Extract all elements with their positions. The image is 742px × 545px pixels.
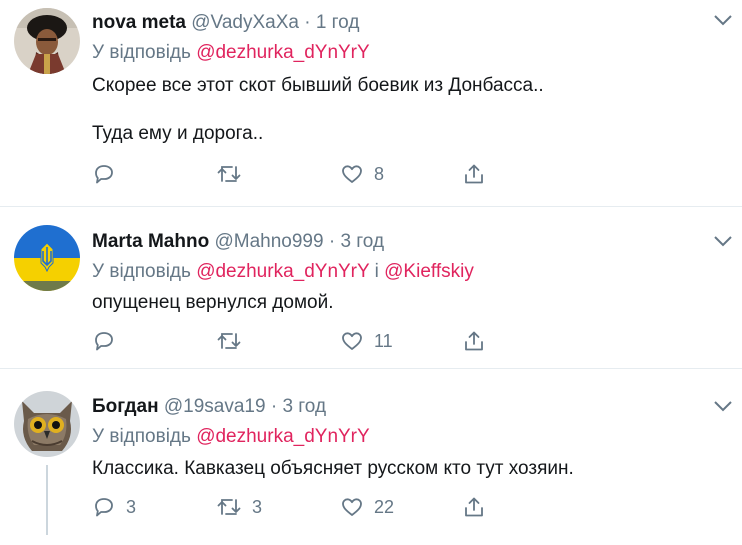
share-button[interactable] bbox=[462, 325, 486, 357]
share-icon bbox=[465, 164, 483, 184]
tweet-actions: 11 bbox=[92, 325, 732, 357]
share-button[interactable] bbox=[462, 158, 486, 190]
tweet-actions: 3 3 22 bbox=[92, 491, 732, 523]
mention-link[interactable]: @dezhurka_dYnYrY bbox=[196, 426, 370, 447]
tweet-header: Богдан @19sava19 · 3 год bbox=[92, 396, 326, 418]
tweet-1[interactable]: nova meta @VadyXaXa · 1 год У відповідь … bbox=[0, 0, 742, 206]
share-icon bbox=[465, 331, 483, 351]
retweet-button[interactable] bbox=[216, 325, 252, 357]
timestamp[interactable]: 3 год bbox=[282, 396, 326, 417]
thread-line bbox=[46, 465, 48, 535]
tweet-text-line-2: Туда ему и дорога.. bbox=[92, 123, 264, 144]
like-icon bbox=[342, 332, 362, 350]
display-name[interactable]: Marta Mahno bbox=[92, 231, 209, 252]
avatar[interactable] bbox=[14, 225, 80, 291]
like-button[interactable]: 11 bbox=[340, 325, 393, 357]
share-icon bbox=[465, 497, 483, 517]
like-icon bbox=[342, 498, 362, 516]
timestamp[interactable]: 3 год bbox=[340, 231, 384, 252]
tweet-text-line-1: Классика. Кавказец объясняет русском кто… bbox=[92, 458, 574, 479]
retweet-button[interactable]: 3 bbox=[216, 491, 262, 523]
reply-button[interactable] bbox=[92, 158, 126, 190]
retweet-icon bbox=[217, 333, 241, 349]
reply-icon bbox=[95, 165, 113, 184]
like-count: 8 bbox=[374, 163, 385, 184]
separator-dot: · bbox=[304, 12, 311, 33]
chevron-down-icon[interactable] bbox=[712, 13, 734, 27]
tweet-text-line-1: опущенец вернулся домой. bbox=[92, 292, 334, 313]
display-name[interactable]: nova meta bbox=[92, 12, 186, 33]
reply-button[interactable]: 3 bbox=[92, 491, 136, 523]
share-button[interactable] bbox=[462, 491, 486, 523]
reply-prefix: У відповідь bbox=[92, 261, 191, 282]
reply-context: У відповідь @dezhurka_dYnYrY bbox=[92, 42, 370, 64]
tweet-2[interactable]: Marta Mahno @Mahno999 · 3 год У відповід… bbox=[0, 207, 742, 367]
retweet-count: 3 bbox=[252, 496, 263, 517]
retweet-button[interactable] bbox=[216, 158, 252, 190]
separator-dot: · bbox=[328, 231, 336, 252]
tweet-text-line-1: Скорее все этот скот бывший боевик из До… bbox=[92, 75, 544, 96]
reply-icon bbox=[95, 332, 113, 351]
user-handle[interactable]: @Mahno999 bbox=[214, 231, 323, 252]
avatar[interactable] bbox=[14, 8, 80, 74]
reply-icon bbox=[95, 498, 113, 517]
avatar[interactable] bbox=[14, 391, 80, 457]
like-icon bbox=[342, 165, 362, 183]
reply-conjunction: і bbox=[374, 261, 379, 282]
display-name[interactable]: Богдан bbox=[92, 396, 159, 417]
user-handle[interactable]: @VadyXaXa bbox=[191, 12, 299, 33]
reply-context: У відповідь @dezhurka_dYnYrY і @Kieffski… bbox=[92, 261, 474, 283]
mention-link[interactable]: @dezhurka_dYnYrY bbox=[196, 261, 369, 282]
tweet-actions: 8 bbox=[92, 158, 732, 190]
retweet-icon bbox=[217, 499, 241, 515]
chevron-down-icon[interactable] bbox=[712, 234, 734, 248]
chevron-down-icon[interactable] bbox=[712, 399, 734, 413]
tweet-3[interactable]: Богдан @19sava19 · 3 год У відповідь @de… bbox=[0, 369, 742, 545]
separator-dot: · bbox=[270, 396, 278, 417]
like-count: 11 bbox=[374, 330, 393, 351]
reply-context: У відповідь @dezhurka_dYnYrY bbox=[92, 426, 370, 448]
like-button[interactable]: 8 bbox=[340, 158, 384, 190]
timestamp[interactable]: 1 год bbox=[316, 12, 360, 33]
like-button[interactable]: 22 bbox=[340, 491, 394, 523]
tweet-header: Marta Mahno @Mahno999 · 3 год bbox=[92, 231, 384, 253]
mention-link[interactable]: @dezhurka_dYnYrY bbox=[196, 42, 370, 63]
like-count: 22 bbox=[374, 496, 395, 517]
reply-prefix: У відповідь bbox=[92, 426, 191, 447]
reply-count: 3 bbox=[126, 496, 137, 517]
reply-button[interactable] bbox=[92, 325, 126, 357]
retweet-icon bbox=[217, 166, 241, 182]
mention-link[interactable]: @Kieffskiy bbox=[384, 261, 474, 282]
reply-prefix: У відповідь bbox=[92, 42, 191, 63]
tweet-header: nova meta @VadyXaXa · 1 год bbox=[92, 12, 359, 34]
user-handle[interactable]: @19sava19 bbox=[164, 396, 266, 417]
